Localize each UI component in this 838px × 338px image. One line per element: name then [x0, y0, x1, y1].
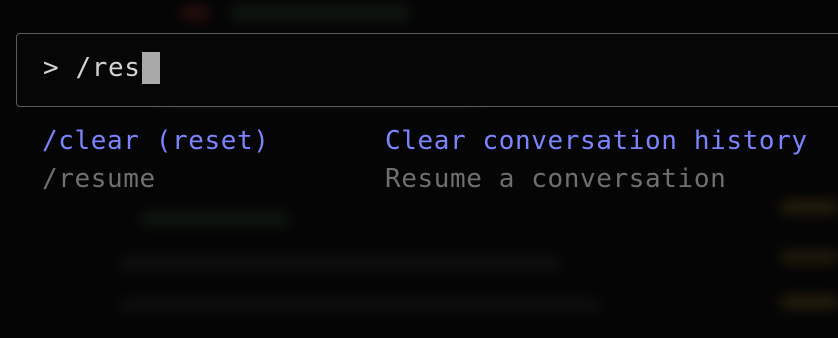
- background-blur: [140, 212, 290, 226]
- background-blur: [780, 295, 838, 309]
- command-input-value[interactable]: /res: [76, 52, 141, 84]
- background-blur: [120, 298, 600, 312]
- background-blur: [780, 200, 838, 214]
- background-blur: [780, 250, 838, 264]
- terminal-window: > /res /clear (reset) Clear conversation…: [0, 0, 838, 338]
- suggestion-command: /resume: [42, 164, 156, 194]
- suggestion-command: /clear (reset): [42, 126, 270, 156]
- background-blur: [230, 6, 410, 20]
- background-blur: [180, 6, 210, 20]
- prompt-symbol: >: [43, 53, 60, 83]
- suggestion-resume[interactable]: /resume Resume a conversation: [42, 160, 808, 198]
- background-blur: [120, 256, 560, 270]
- text-cursor: [141, 52, 160, 84]
- suggestion-clear[interactable]: /clear (reset) Clear conversation histor…: [42, 122, 808, 160]
- command-input[interactable]: > /res: [43, 52, 160, 84]
- command-suggestions: /clear (reset) Clear conversation histor…: [42, 122, 808, 198]
- suggestion-description: Resume a conversation: [385, 164, 727, 194]
- command-input-box[interactable]: > /res: [16, 33, 838, 107]
- suggestion-description: Clear conversation history: [385, 126, 808, 156]
- prompt-gap: [59, 52, 75, 84]
